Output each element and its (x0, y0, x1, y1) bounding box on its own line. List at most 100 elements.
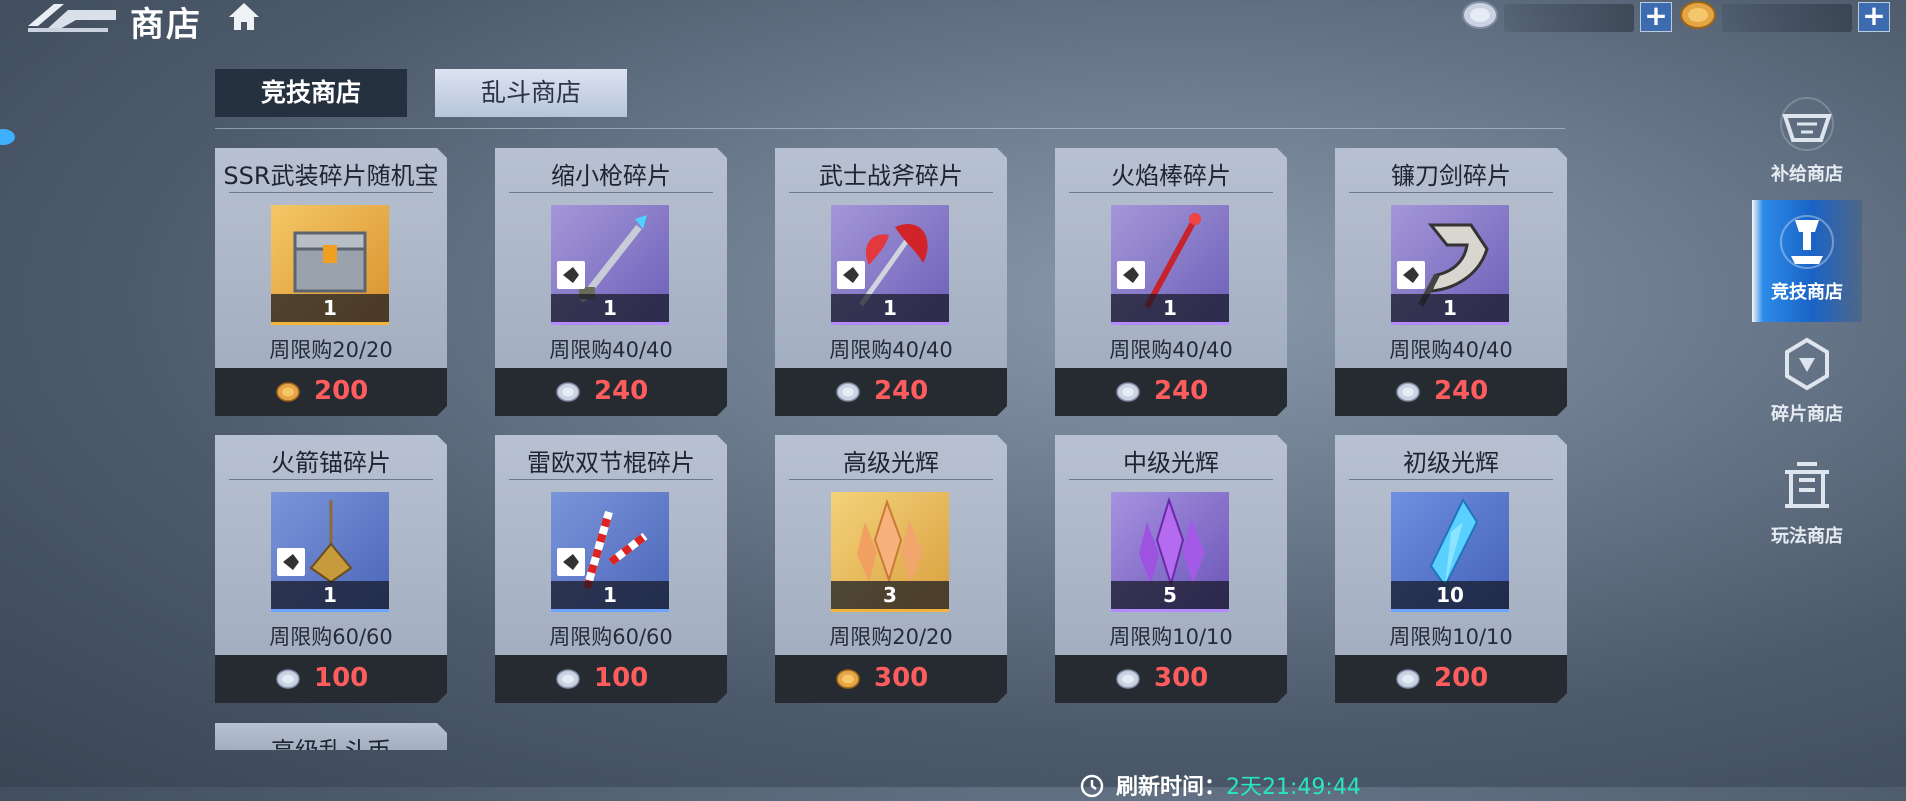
item-card[interactable]: 武士战斧碎片 1 周限购40/40 240 (775, 148, 1007, 416)
gameplay-shop-icon (1785, 462, 1829, 508)
item-card[interactable]: 缩小枪碎片 1 周限购40/40 240 (495, 148, 727, 416)
item-card[interactable]: 高级乱斗币 (215, 723, 447, 750)
rarity-bar (831, 609, 949, 612)
item-price: 240 (874, 376, 929, 406)
price-bar[interactable]: 100 (495, 655, 727, 703)
add-silver-button[interactable]: + (1640, 2, 1672, 32)
item-quantity: 1 (551, 294, 669, 322)
sidebar-item-label: 补给商店 (1771, 164, 1843, 185)
gold-amount (1722, 4, 1852, 32)
sidebar-item-gameplay-shop[interactable]: 玩法商店 (1752, 444, 1862, 566)
item-quantity: 10 (1391, 581, 1509, 609)
item-price: 200 (1434, 663, 1489, 693)
home-icon[interactable] (226, 0, 262, 34)
sidebar-item-arena-shop[interactable]: 竞技商店 (1752, 200, 1862, 322)
silver-coin-icon (835, 381, 861, 403)
rarity-bar (831, 322, 949, 325)
item-quantity: 3 (831, 581, 949, 609)
tab-divider (215, 128, 1565, 129)
purchase-limit: 周限购40/40 (549, 338, 673, 362)
item-name: 雷欧双节棍碎片 (527, 449, 695, 477)
silver-coin-icon (555, 668, 581, 690)
item-quantity: 1 (1111, 294, 1229, 322)
purchase-limit: 周限购10/10 (1109, 625, 1233, 649)
purchase-limit: 周限购40/40 (829, 338, 953, 362)
purchase-limit: 周限购60/60 (549, 625, 673, 649)
price-bar[interactable]: 200 (215, 368, 447, 416)
item-price: 240 (1154, 376, 1209, 406)
tab-arena-shop[interactable]: 竞技商店 (215, 69, 407, 117)
price-bar[interactable]: 240 (1335, 368, 1567, 416)
silver-coin-icon (1462, 1, 1498, 29)
silver-coin-icon (1395, 668, 1421, 690)
item-card[interactable]: 火焰棒碎片 1 周限购40/40 240 (1055, 148, 1287, 416)
item-price: 200 (314, 376, 369, 406)
name-underline (1349, 192, 1553, 193)
item-price: 100 (594, 663, 649, 693)
item-card[interactable]: 雷欧双节棍碎片 1 周限购60/60 100 (495, 435, 727, 703)
tab-brawl-shop[interactable]: 乱斗商店 (435, 69, 627, 117)
price-bar[interactable]: 200 (1335, 655, 1567, 703)
item-name: 高级乱斗币 (215, 731, 447, 750)
item-name: 初级光辉 (1403, 449, 1499, 477)
rarity-bar (271, 609, 389, 612)
purchase-limit: 周限购20/20 (269, 338, 393, 362)
top-bar: 商店 + + (0, 0, 1906, 45)
refresh-label: 刷新时间： (1116, 775, 1227, 800)
name-underline (1069, 192, 1273, 193)
item-name: 火焰棒碎片 (1111, 162, 1231, 190)
add-gold-button[interactable]: + (1858, 2, 1890, 32)
sidebar-item-label: 竞技商店 (1771, 282, 1843, 303)
name-underline (1069, 479, 1273, 480)
silver-coin-icon (555, 381, 581, 403)
price-bar[interactable]: 300 (775, 655, 1007, 703)
item-price: 100 (314, 663, 369, 693)
side-nav: 补给商店 竞技商店 碎片商店 玩法商店 (1752, 56, 1872, 556)
name-underline (789, 479, 993, 480)
item-card[interactable]: 高级光辉 3 周限购20/20 300 (775, 435, 1007, 703)
name-underline (229, 192, 433, 193)
rarity-bar (1111, 322, 1229, 325)
price-bar[interactable]: 100 (215, 655, 447, 703)
purchase-limit: 周限购60/60 (269, 625, 393, 649)
item-card[interactable]: 初级光辉 10 周限购10/10 200 (1335, 435, 1567, 703)
item-quantity: 1 (271, 581, 389, 609)
purchase-limit: 周限购10/10 (1389, 625, 1513, 649)
page-title: 商店 (130, 5, 202, 45)
fragment-shop-icon (1785, 337, 1829, 391)
rarity-bar (271, 322, 389, 325)
item-name: 武士战斧碎片 (819, 162, 963, 190)
purchase-limit: 周限购40/40 (1109, 338, 1233, 362)
sidebar-item-label: 碎片商店 (1771, 404, 1843, 425)
name-underline (789, 192, 993, 193)
price-bar[interactable]: 240 (495, 368, 727, 416)
item-card[interactable]: 中级光辉 5 周限购10/10 300 (1055, 435, 1287, 703)
item-quantity: 1 (551, 581, 669, 609)
price-bar[interactable]: 300 (1055, 655, 1287, 703)
purchase-limit: 周限购20/20 (829, 625, 953, 649)
sidebar-item-label: 玩法商店 (1771, 526, 1843, 547)
back-icon[interactable] (24, 0, 116, 34)
rarity-bar (1391, 322, 1509, 325)
chat-bubble-icon[interactable] (0, 128, 16, 146)
name-underline (1349, 479, 1553, 480)
arena-shop-icon (1780, 215, 1834, 269)
rarity-bar (551, 322, 669, 325)
silver-amount (1504, 4, 1634, 32)
gold-coin-icon (275, 381, 301, 403)
rarity-bar (1111, 609, 1229, 612)
price-bar[interactable]: 240 (775, 368, 1007, 416)
item-name: 火箭锚碎片 (271, 449, 391, 477)
item-card[interactable]: 火箭锚碎片 1 周限购60/60 100 (215, 435, 447, 703)
item-price: 240 (1434, 376, 1489, 406)
item-card[interactable]: 镰刀剑碎片 1 周限购40/40 240 (1335, 148, 1567, 416)
gold-coin-icon (1680, 1, 1716, 29)
sidebar-item-supply-shop[interactable]: 补给商店 (1752, 82, 1862, 204)
name-underline (229, 479, 433, 480)
rarity-bar (1391, 609, 1509, 612)
item-price: 240 (594, 376, 649, 406)
sidebar-item-fragment-shop[interactable]: 碎片商店 (1752, 322, 1862, 444)
price-bar[interactable]: 240 (1055, 368, 1287, 416)
item-card[interactable]: SSR武装碎片随机宝 1 周限购20/20 200 (215, 148, 447, 416)
purchase-limit: 周限购40/40 (1389, 338, 1513, 362)
